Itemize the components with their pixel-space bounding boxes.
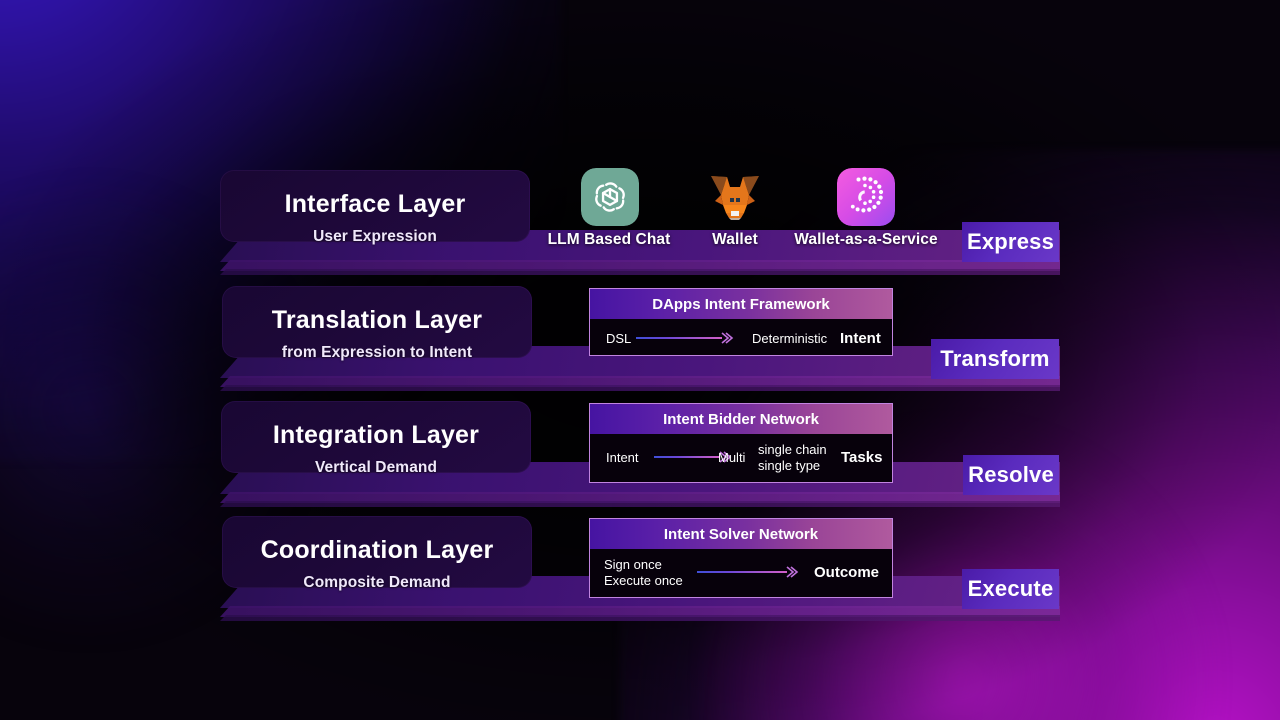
arrow-line bbox=[654, 456, 720, 458]
panel-to-label-line1: single chain bbox=[758, 442, 827, 457]
slab-edge-shadow bbox=[220, 615, 1060, 621]
action-badge-resolve[interactable]: Resolve bbox=[963, 455, 1059, 495]
intent-stack-diagram: Interface Layer User Expression LLM Base… bbox=[0, 0, 1280, 720]
icon-label-waas: Wallet-as-a-Service bbox=[794, 231, 938, 248]
action-badge-transform[interactable]: Transform bbox=[931, 339, 1059, 379]
openai-logo-icon[interactable] bbox=[581, 168, 639, 226]
panel-body: Intent Multi single chain single type Ta… bbox=[590, 434, 892, 482]
slab-edge-shadow bbox=[220, 385, 1060, 391]
action-badge-execute[interactable]: Execute bbox=[962, 569, 1059, 609]
panel-mid-label: Multi bbox=[718, 450, 746, 465]
panel-header: DApps Intent Framework bbox=[590, 289, 892, 319]
layer-title: Translation Layer bbox=[271, 306, 483, 334]
panel-body: DSL Deterministic Intent bbox=[590, 319, 892, 355]
metamask-fox-icon[interactable] bbox=[706, 168, 764, 226]
layer-subtitle: Vertical Demand bbox=[314, 459, 438, 476]
flow-arrow-icon bbox=[636, 332, 734, 344]
layer-subtitle: Composite Demand bbox=[303, 574, 451, 591]
arrow-head-icon bbox=[721, 332, 734, 344]
panel-to-strong: Outcome bbox=[814, 564, 880, 581]
panel-from-label-line2: Execute once bbox=[604, 573, 683, 588]
particle-network-logo-icon[interactable] bbox=[837, 168, 895, 226]
arrow-head-icon bbox=[786, 566, 799, 578]
flow-arrow-icon bbox=[697, 566, 799, 578]
panel-dapps-intent-framework[interactable]: DApps Intent Framework DSL Deterministic… bbox=[589, 288, 893, 356]
panel-intent-bidder-network[interactable]: Intent Bidder Network Intent Multi singl… bbox=[589, 403, 893, 483]
panel-to-strong: Tasks bbox=[841, 449, 883, 466]
layer-title: Coordination Layer bbox=[260, 536, 494, 564]
icon-label-llm-chat: LLM Based Chat bbox=[547, 231, 671, 248]
panel-from-label-line1: Sign once bbox=[604, 557, 662, 572]
layer-title: Integration Layer bbox=[272, 421, 480, 449]
layer-title: Interface Layer bbox=[284, 190, 466, 218]
panel-header: Intent Bidder Network bbox=[590, 404, 892, 434]
layer-subtitle: from Expression to Intent bbox=[281, 344, 473, 361]
panel-intent-solver-network[interactable]: Intent Solver Network Sign once Execute … bbox=[589, 518, 893, 598]
action-badge-express[interactable]: Express bbox=[962, 222, 1059, 262]
panel-header: Intent Solver Network bbox=[590, 519, 892, 549]
panel-to-label: Deterministic bbox=[752, 331, 828, 346]
panel-to-label-line2: single type bbox=[758, 458, 821, 473]
panel-from-label: DSL bbox=[606, 331, 632, 346]
panel-to-strong: Intent bbox=[840, 330, 881, 347]
arrow-line bbox=[636, 337, 722, 339]
slab-edge-shadow bbox=[220, 269, 1060, 275]
panel-body: Sign once Execute once Outcome bbox=[590, 549, 892, 597]
panel-from-label: Intent bbox=[606, 450, 639, 465]
layer-subtitle: User Expression bbox=[313, 228, 437, 245]
slab-edge-shadow bbox=[220, 501, 1060, 507]
arrow-line bbox=[697, 571, 787, 573]
